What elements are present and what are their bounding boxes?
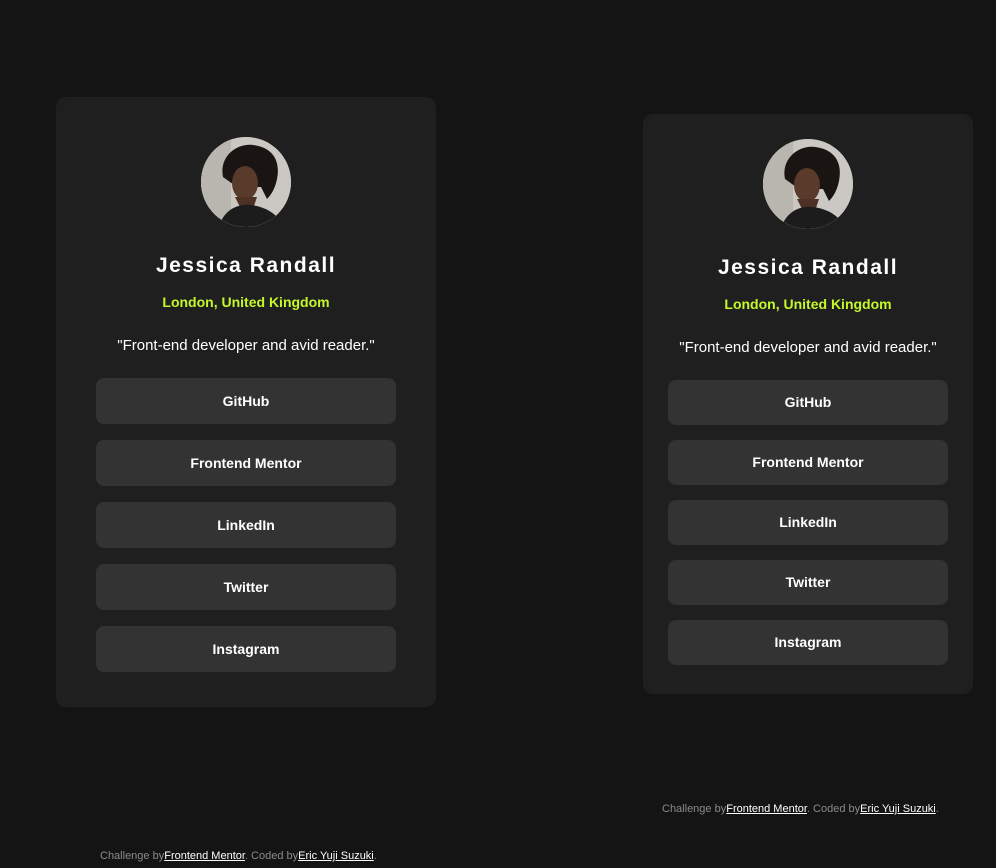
frontend-mentor-link[interactable]: Frontend Mentor bbox=[726, 803, 807, 815]
avatar bbox=[763, 139, 853, 229]
profile-card: Jessica Randall London, United Kingdom "… bbox=[56, 97, 436, 707]
social-links: GitHub Frontend Mentor LinkedIn Twitter … bbox=[96, 378, 396, 672]
attribution-coded-prefix: . Coded by bbox=[806, 803, 861, 815]
author-link[interactable]: Eric Yuji Suzuki bbox=[860, 803, 936, 815]
link-twitter-button[interactable]: Twitter bbox=[668, 560, 948, 605]
profile-location: London, United Kingdom bbox=[724, 296, 892, 312]
profile-card: Jessica Randall London, United Kingdom "… bbox=[643, 114, 973, 694]
link-linkedin-button[interactable]: LinkedIn bbox=[668, 500, 948, 545]
attribution-coded-prefix: . Coded by bbox=[244, 850, 299, 862]
link-instagram-button[interactable]: Instagram bbox=[668, 620, 948, 665]
link-twitter-button[interactable]: Twitter bbox=[96, 564, 396, 610]
link-github-button[interactable]: GitHub bbox=[668, 380, 948, 425]
attribution-suffix: . bbox=[373, 850, 377, 862]
avatar bbox=[201, 137, 291, 227]
profile-bio: "Front-end developer and avid reader." bbox=[117, 337, 375, 354]
profile-name: Jessica Randall bbox=[155, 254, 337, 277]
profile-name: Jessica Randall bbox=[717, 256, 899, 279]
link-linkedin-button[interactable]: LinkedIn bbox=[96, 502, 396, 548]
link-instagram-button[interactable]: Instagram bbox=[96, 626, 396, 672]
profile-location: London, United Kingdom bbox=[162, 294, 330, 310]
attribution-challenge-prefix: Challenge by bbox=[662, 803, 727, 815]
social-links: GitHub Frontend Mentor LinkedIn Twitter … bbox=[668, 380, 948, 665]
link-frontend-mentor-button[interactable]: Frontend Mentor bbox=[668, 440, 948, 485]
profile-bio: "Front-end developer and avid reader." bbox=[679, 339, 937, 356]
attribution: Challenge byFrontend Mentor. Coded byEri… bbox=[662, 803, 939, 815]
attribution: Challenge byFrontend Mentor. Coded byEri… bbox=[100, 850, 377, 862]
link-frontend-mentor-button[interactable]: Frontend Mentor bbox=[96, 440, 396, 486]
link-github-button[interactable]: GitHub bbox=[96, 378, 396, 424]
attribution-suffix: . bbox=[935, 803, 939, 815]
author-link[interactable]: Eric Yuji Suzuki bbox=[298, 850, 374, 862]
frontend-mentor-link[interactable]: Frontend Mentor bbox=[164, 850, 245, 862]
attribution-challenge-prefix: Challenge by bbox=[100, 850, 165, 862]
